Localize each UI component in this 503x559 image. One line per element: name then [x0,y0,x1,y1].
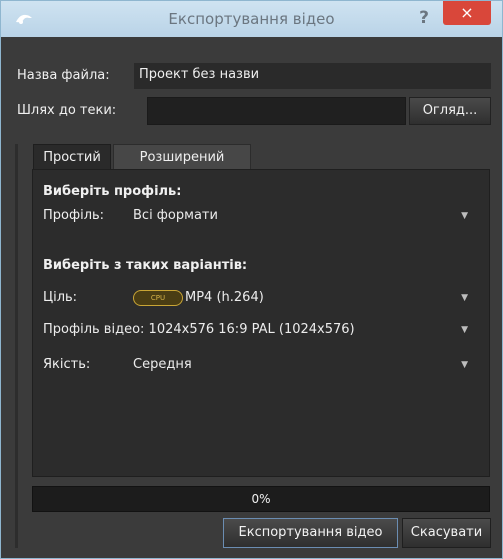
video-profile-value: 1024x576 16:9 PAL (1024x576) [148,322,355,337]
tab-advanced[interactable]: Розширений [113,144,251,170]
simple-panel: Виберіть профіль: Профіль: Всі формати ▼… [32,169,490,477]
chevron-down-icon: ▼ [461,360,468,370]
profile-select[interactable]: Всі формати ▼ [133,203,488,229]
chevron-down-icon: ▼ [461,211,468,221]
cancel-button[interactable]: Скасувати [402,518,491,548]
profile-label: Профіль: [43,208,105,223]
browse-button[interactable]: Огляд... [409,97,491,125]
folder-label: Шлях до теки: [17,103,117,118]
filename-label: Назва файла: [17,68,110,83]
filename-field[interactable]: Проект без назви [134,63,491,89]
video-profile-label: Профіль відео: [43,322,145,337]
help-button[interactable]: ? [413,5,435,31]
chevron-down-icon: ▼ [461,293,468,303]
divider [15,144,18,548]
quality-select-value: Середня [133,357,192,372]
title-bar[interactable]: Експортування відео ? × [1,1,502,37]
export-video-button[interactable]: Експортування відео [223,518,398,548]
options-section-heading: Виберіть з таких варіантів: [43,258,248,273]
quality-select[interactable]: Середня ▼ [133,352,488,378]
filename-value: Проект без назви [139,67,260,82]
video-profile-select[interactable]: Профіль відео: 1024x576 16:9 PAL (1024x5… [43,317,488,343]
profile-select-value: Всі формати [133,208,218,223]
quality-label: Якість: [43,357,91,372]
profile-section-heading: Виберіть профіль: [43,184,182,199]
target-select[interactable]: CPU MP4 (h.264) ▼ [133,285,488,311]
cpu-badge: CPU [133,289,183,306]
chevron-down-icon: ▼ [461,325,468,335]
tab-simple[interactable]: Простий [33,144,111,170]
close-button[interactable]: × [443,1,491,25]
target-select-value: MP4 (h.264) [185,290,264,305]
progress-text: 0% [251,492,271,506]
target-label: Ціль: [43,290,78,305]
export-dialog: Експортування відео ? × Назва файла: Про… [0,0,503,559]
folder-path-field[interactable] [147,97,406,125]
export-progress-bar: 0% [32,486,490,512]
